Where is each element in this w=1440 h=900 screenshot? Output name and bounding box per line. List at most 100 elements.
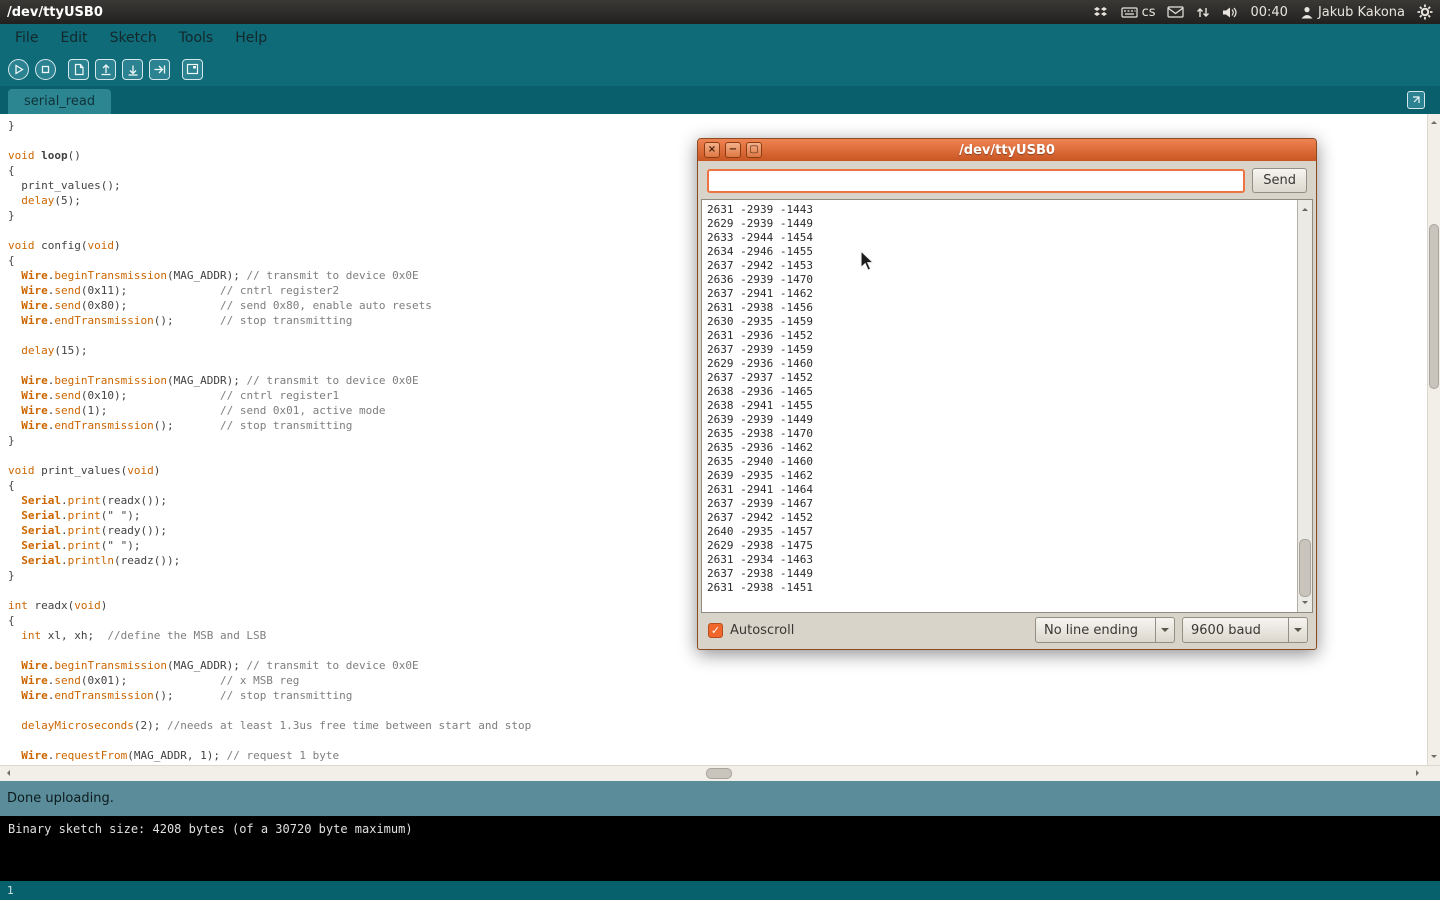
serial-line: 2633 -2944 -1454 — [707, 231, 1296, 245]
menu-file[interactable]: File — [4, 24, 49, 52]
menu-help[interactable]: Help — [224, 24, 278, 52]
stop-button[interactable] — [35, 59, 56, 80]
chevron-down-icon[interactable] — [1155, 618, 1174, 642]
code-line: Wire.endTransmission(); // stop transmit… — [8, 688, 1427, 703]
save-sketch-button[interactable] — [122, 59, 143, 80]
verify-button[interactable] — [8, 59, 29, 80]
serial-line: 2636 -2939 -1470 — [707, 273, 1296, 287]
code-line: } — [8, 118, 1427, 133]
serial-line: 2638 -2941 -1455 — [707, 399, 1296, 413]
screen: /dev/ttyUSB0 cs 00:40 Jakub Kakona File … — [0, 0, 1440, 900]
serial-line: 2637 -2941 -1462 — [707, 287, 1296, 301]
line-indicator: 1 — [0, 881, 1440, 900]
editor-vertical-scrollbar[interactable] — [1427, 114, 1440, 765]
upload-button[interactable] — [149, 59, 170, 80]
code-line: Wire.beginTransmission(MAG_ADDR); // tra… — [8, 658, 1427, 673]
gear-icon[interactable] — [1417, 4, 1433, 20]
tab-bar: serial_read — [0, 86, 1440, 114]
code-line: Wire.send(0x01); // x MSB reg — [8, 673, 1427, 688]
serial-line: 2640 -2935 -1457 — [707, 525, 1296, 539]
menu-tools[interactable]: Tools — [168, 24, 225, 52]
serial-line: 2637 -2942 -1453 — [707, 259, 1296, 273]
serial-line: 2634 -2946 -1455 — [707, 245, 1296, 259]
new-sketch-button[interactable] — [68, 59, 89, 80]
menubar: File Edit Sketch Tools Help — [0, 24, 1440, 52]
volume-icon[interactable] — [1222, 6, 1238, 19]
serial-line: 2635 -2936 -1462 — [707, 441, 1296, 455]
toolbar — [0, 52, 1440, 86]
scroll-right-arrow[interactable] — [1416, 770, 1422, 776]
line-number: 1 — [7, 884, 14, 897]
username: Jakub Kakona — [1318, 5, 1405, 20]
scroll-left-arrow[interactable] — [4, 770, 10, 776]
vertical-scroll-thumb[interactable] — [1429, 224, 1439, 389]
serial-output-lines: 2631 -2939 -14432629 -2939 -14492633 -29… — [703, 201, 1296, 611]
serial-line: 2637 -2942 -1452 — [707, 511, 1296, 525]
serial-output[interactable]: 2631 -2939 -14432629 -2939 -14492633 -29… — [701, 199, 1313, 613]
dropbox-icon[interactable] — [1093, 6, 1109, 18]
menu-sketch[interactable]: Sketch — [99, 24, 168, 52]
serial-monitor-footer: ✓ Autoscroll No line ending 9600 baud — [698, 613, 1316, 649]
tab-serial-read[interactable]: serial_read — [8, 89, 111, 114]
code-line: Wire.requestFrom(MAG_ADDR, 1); // reques… — [8, 748, 1427, 763]
serial-line: 2639 -2939 -1449 — [707, 413, 1296, 427]
network-traffic-icon[interactable] — [1196, 6, 1210, 19]
serial-monitor-titlebar[interactable]: × − ▢ /dev/ttyUSB0 — [698, 139, 1316, 161]
keyboard-icon — [1121, 6, 1138, 19]
system-tray: cs 00:40 Jakub Kakona — [1093, 4, 1433, 20]
serial-scroll-up-arrow[interactable] — [1302, 205, 1308, 211]
window-controls: × − ▢ — [704, 142, 762, 158]
serial-input-row: Send — [698, 161, 1316, 197]
open-sketch-button[interactable] — [95, 59, 116, 80]
keyboard-layout-label: cs — [1142, 5, 1156, 20]
serial-line: 2631 -2939 -1443 — [707, 203, 1296, 217]
minimize-button[interactable]: − — [725, 142, 741, 158]
scroll-up-arrow[interactable] — [1431, 118, 1437, 124]
serial-line: 2631 -2938 -1451 — [707, 581, 1296, 595]
serial-line: 2635 -2938 -1470 — [707, 427, 1296, 441]
serial-line: 2631 -2938 -1456 — [707, 301, 1296, 315]
serial-line: 2637 -2938 -1449 — [707, 567, 1296, 581]
system-panel: /dev/ttyUSB0 cs 00:40 Jakub Kakona — [0, 0, 1440, 24]
serial-monitor-window: × − ▢ /dev/ttyUSB0 Send 2631 -2939 -1443… — [697, 138, 1317, 650]
editor-horizontal-scrollbar[interactable] — [0, 765, 1440, 781]
line-ending-dropdown[interactable]: No line ending — [1035, 617, 1175, 643]
status-bar: Done uploading. — [0, 781, 1440, 816]
code-line — [8, 703, 1427, 718]
serial-scrollbar[interactable] — [1297, 200, 1312, 612]
line-ending-value: No line ending — [1036, 618, 1155, 642]
chevron-down-icon[interactable] — [1288, 618, 1307, 642]
serial-line: 2629 -2936 -1460 — [707, 357, 1296, 371]
serial-scroll-thumb[interactable] — [1299, 539, 1311, 597]
status-message: Done uploading. — [7, 791, 114, 806]
maximize-button[interactable]: ▢ — [746, 142, 762, 158]
keyboard-layout-indicator[interactable]: cs — [1121, 5, 1156, 20]
autoscroll-label: Autoscroll — [730, 623, 794, 638]
autoscroll-checkbox[interactable]: ✓ — [708, 623, 723, 638]
send-button[interactable]: Send — [1252, 168, 1307, 193]
serial-line: 2631 -2941 -1464 — [707, 483, 1296, 497]
serial-line: 2637 -2939 -1459 — [707, 343, 1296, 357]
scroll-down-arrow[interactable] — [1431, 755, 1437, 761]
baud-rate-value: 9600 baud — [1183, 618, 1288, 642]
baud-rate-dropdown[interactable]: 9600 baud — [1182, 617, 1308, 643]
menu-edit[interactable]: Edit — [49, 24, 98, 52]
console-text: Binary sketch size: 4208 bytes (of a 307… — [8, 822, 413, 836]
serial-scroll-down-arrow[interactable] — [1302, 601, 1308, 607]
session-menu[interactable]: Jakub Kakona — [1300, 5, 1405, 20]
serial-input[interactable] — [707, 169, 1245, 193]
close-button[interactable]: × — [704, 142, 720, 158]
tab-menu-button[interactable] — [1407, 91, 1425, 109]
mail-icon[interactable] — [1167, 6, 1184, 18]
serial-line: 2638 -2936 -1465 — [707, 385, 1296, 399]
serial-monitor-title: /dev/ttyUSB0 — [959, 143, 1055, 158]
serial-line: 2639 -2935 -1462 — [707, 469, 1296, 483]
serial-monitor-button[interactable] — [182, 59, 203, 80]
code-line: delayMicroseconds(2); //needs at least 1… — [8, 718, 1427, 733]
serial-line: 2631 -2936 -1452 — [707, 329, 1296, 343]
clock[interactable]: 00:40 — [1250, 5, 1287, 20]
serial-line: 2637 -2937 -1452 — [707, 371, 1296, 385]
serial-line: 2635 -2940 -1460 — [707, 455, 1296, 469]
serial-line: 2637 -2939 -1467 — [707, 497, 1296, 511]
horizontal-scroll-thumb[interactable] — [706, 768, 732, 779]
